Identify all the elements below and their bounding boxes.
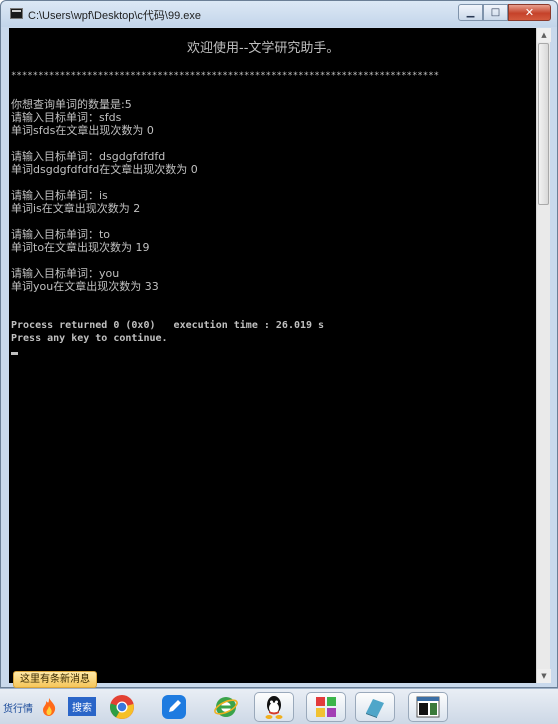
taskbar: 货行情 搜索 bbox=[0, 688, 558, 724]
market-ticker-label[interactable]: 货行情 bbox=[3, 700, 33, 715]
codeblocks-icon[interactable] bbox=[306, 692, 346, 722]
welcome-line: 欢迎使用--文学研究助手。 bbox=[187, 41, 340, 56]
scroll-down-arrow-icon[interactable]: ▼ bbox=[537, 669, 551, 683]
output-line: 请输入目标单词：to bbox=[11, 228, 111, 241]
ie-icon[interactable] bbox=[211, 692, 241, 722]
output-line: 单词you在文章出现次数为 33 bbox=[11, 280, 159, 293]
output-line: 你想查询单词的数量是:5 bbox=[11, 98, 132, 111]
fire-icon[interactable] bbox=[36, 694, 62, 720]
console-window: C:\Users\wpf\Desktop\c代码\99.exe ▁ □ ✕ 欢迎… bbox=[0, 0, 558, 688]
console-app-icon[interactable] bbox=[10, 8, 23, 19]
process-status-line: Process returned 0 (0x0) execution time … bbox=[11, 320, 325, 331]
notebook-icon[interactable] bbox=[355, 692, 395, 722]
output-line: 单词to在文章出现次数为 19 bbox=[11, 241, 150, 254]
title-bar[interactable]: C:\Users\wpf\Desktop\c代码\99.exe ▁ □ ✕ bbox=[1, 1, 557, 27]
qq-icon[interactable] bbox=[254, 692, 294, 722]
output-line: 单词dsgdgfdfdfd在文章出现次数为 0 bbox=[11, 163, 198, 176]
output-line: 请输入目标单词：sfds bbox=[11, 111, 122, 124]
separator-line: ****************************************… bbox=[11, 71, 440, 81]
notification-toast[interactable]: 这里有条新消息 bbox=[13, 671, 97, 688]
scroll-up-arrow-icon[interactable]: ▲ bbox=[537, 28, 551, 42]
window-title: C:\Users\wpf\Desktop\c代码\99.exe bbox=[28, 10, 202, 22]
close-button[interactable]: ✕ bbox=[508, 4, 551, 21]
window-controls: ▁ □ ✕ bbox=[458, 4, 551, 21]
minimize-button[interactable]: ▁ bbox=[458, 4, 483, 21]
output-line: 请输入目标单词：you bbox=[11, 267, 120, 280]
pen-app-icon[interactable] bbox=[159, 692, 189, 722]
vertical-scrollbar[interactable]: ▲ ▼ bbox=[536, 28, 551, 683]
output-line: 单词sfds在文章出现次数为 0 bbox=[11, 124, 154, 137]
text-cursor bbox=[11, 352, 18, 355]
scrollbar-thumb[interactable] bbox=[538, 43, 549, 205]
output-line: 请输入目标单词：is bbox=[11, 189, 108, 202]
console-output[interactable]: 欢迎使用--文学研究助手。 **************************… bbox=[9, 28, 536, 683]
search-button[interactable]: 搜索 bbox=[68, 697, 96, 716]
output-line: 请输入目标单词：dsgdgfdfdfd bbox=[11, 150, 166, 163]
output-line: 单词is在文章出现次数为 2 bbox=[11, 202, 141, 215]
maximize-button[interactable]: □ bbox=[483, 4, 508, 21]
console-window-icon[interactable] bbox=[408, 692, 448, 722]
chrome-icon[interactable] bbox=[107, 692, 137, 722]
press-key-line: Press any key to continue. bbox=[11, 333, 168, 344]
